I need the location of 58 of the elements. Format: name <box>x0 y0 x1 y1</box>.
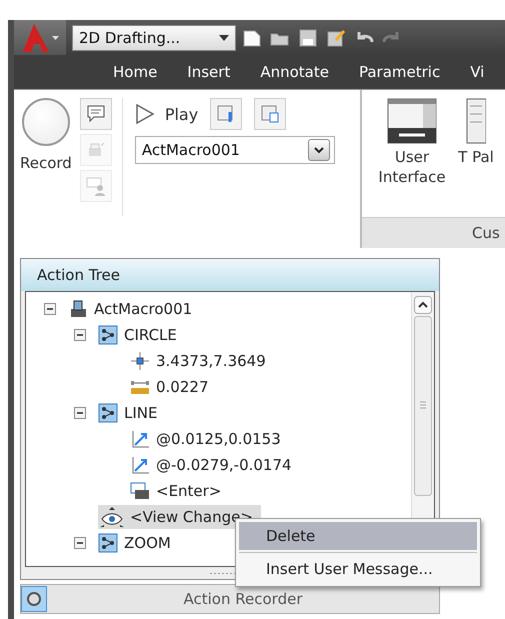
recorder-icon <box>26 591 42 607</box>
vector-arrow-icon <box>130 454 150 475</box>
collapse-toggle[interactable] <box>74 536 86 549</box>
ribbon-tool-button[interactable]: User Interface <box>372 98 452 217</box>
app-logo-icon <box>22 22 50 52</box>
macro-icon <box>68 298 88 319</box>
save-icon <box>298 28 318 48</box>
ribbon-tab[interactable]: Parametric <box>344 55 456 89</box>
command-icon <box>98 324 118 345</box>
ribbon-tab[interactable]: Insert <box>172 55 246 89</box>
palette-title: Action Recorder <box>182 590 304 608</box>
cui-window-icon <box>387 98 437 144</box>
eye-icon <box>100 506 124 527</box>
record-button[interactable]: Record <box>20 98 72 188</box>
chevron-down-icon <box>314 146 324 154</box>
ribbon-tab[interactable]: Annotate <box>245 55 344 89</box>
tree-item[interactable]: @-0.0279,-0.0174 <box>128 452 300 477</box>
menu-item[interactable]: Delete <box>239 522 477 550</box>
speech-bubble-icon <box>86 104 106 124</box>
ribbon-tool-button[interactable]: T Pal <box>458 98 494 217</box>
ribbon-tab[interactable]: Home <box>98 55 172 89</box>
user-prompt-icon <box>86 176 106 196</box>
toolbar-button[interactable] <box>80 98 112 130</box>
vector-arrow-icon <box>130 428 150 449</box>
save-as-icon <box>326 28 346 48</box>
scroll-up-icon[interactable] <box>414 296 432 314</box>
command-icon <box>98 402 118 423</box>
collapse-toggle[interactable] <box>74 406 86 419</box>
dropdown-button[interactable] <box>308 139 330 161</box>
macro-manager-icon <box>260 104 280 124</box>
tree-item[interactable]: <Enter> <box>128 478 230 503</box>
tree-item[interactable]: LINE <box>96 400 166 425</box>
tree-item[interactable]: ActMacro001 <box>66 296 200 321</box>
ribbon-tab[interactable]: Vi <box>455 55 500 89</box>
caret-icon <box>219 34 229 40</box>
tree-item[interactable]: 0.0227 <box>128 374 216 399</box>
palette-icon <box>466 98 486 144</box>
menu-item[interactable]: Insert User Message... <box>239 555 477 583</box>
collapse-toggle[interactable] <box>44 302 56 315</box>
tree-item[interactable]: @0.0125,0.0153 <box>128 426 289 451</box>
panel-label: Cus <box>362 217 505 248</box>
toolbar-button[interactable] <box>254 98 286 130</box>
crosshair-icon <box>130 350 150 371</box>
tree-item[interactable]: 3.4373,7.3649 <box>128 348 274 373</box>
macro-dropdown[interactable]: ActMacro001 <box>134 136 335 164</box>
tree-item[interactable]: ZOOM <box>96 530 179 555</box>
caret-icon <box>52 36 58 40</box>
panel-title: Action Tree <box>21 259 439 291</box>
tree-item[interactable]: CIRCLE <box>96 322 185 347</box>
new-file-icon <box>242 28 262 48</box>
command-icon <box>98 532 118 553</box>
toolbar-button[interactable] <box>210 98 242 130</box>
workspace-dropdown[interactable]: 2D Drafting... <box>72 24 236 50</box>
play-button[interactable]: Play <box>134 103 198 125</box>
palette-icon-button[interactable] <box>21 586 47 612</box>
scroll-thumb[interactable] <box>414 316 432 496</box>
play-icon <box>134 103 155 125</box>
collapse-toggle[interactable] <box>74 328 86 341</box>
